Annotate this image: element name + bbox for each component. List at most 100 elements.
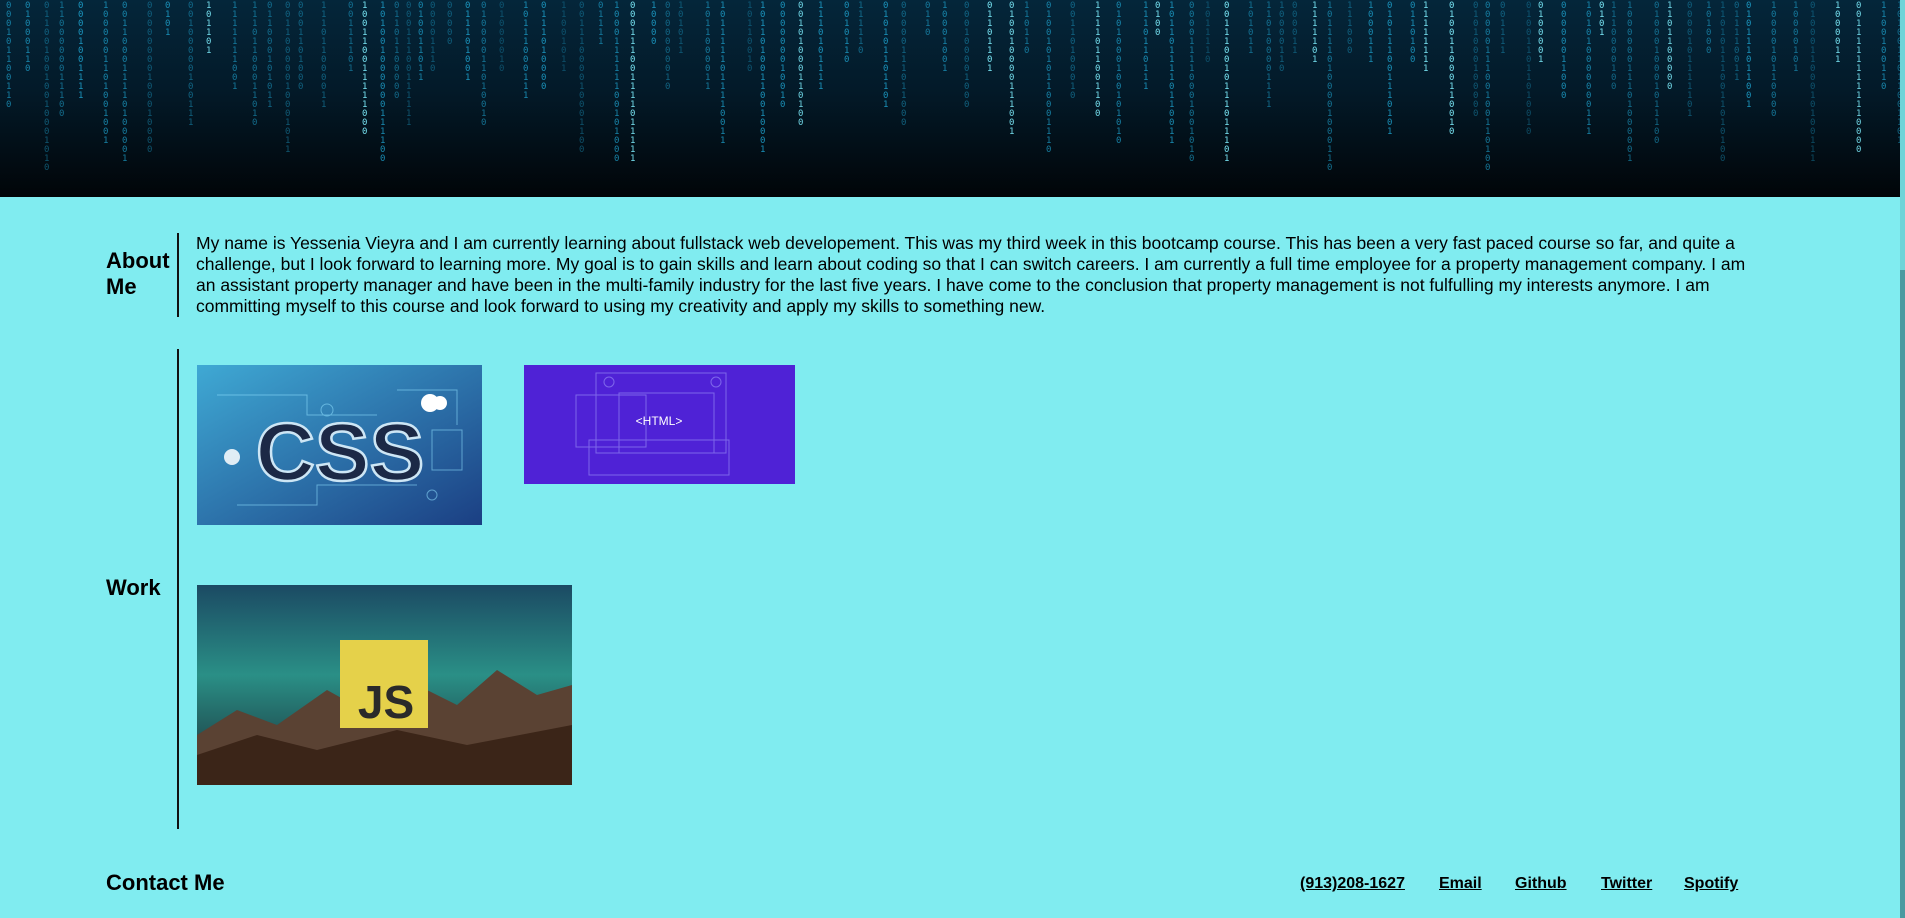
contact-link-github[interactable]: Github [1515, 875, 1567, 893]
svg-text:0: 0 [1856, 145, 1861, 155]
svg-text:1: 1 [1538, 55, 1543, 65]
svg-text:1: 1 [78, 91, 83, 101]
svg-text:0: 0 [925, 28, 930, 38]
work-thumbnail-css[interactable]: CSS [197, 365, 482, 525]
svg-text:0: 0 [1485, 163, 1490, 173]
svg-text:1: 1 [630, 154, 635, 164]
svg-text:0: 0 [844, 55, 849, 65]
svg-text:1: 1 [1599, 28, 1604, 38]
svg-text:0: 0 [1347, 46, 1352, 56]
svg-text:1: 1 [1143, 82, 1148, 92]
work-heading: Work [106, 575, 161, 600]
css-label: CSS [256, 407, 425, 498]
svg-text:1: 1 [1500, 46, 1505, 56]
work-thumbnail-html[interactable]: <HTML> [524, 365, 795, 484]
svg-text:0: 0 [651, 37, 656, 47]
svg-text:0: 0 [858, 46, 863, 56]
svg-text:0: 0 [901, 118, 906, 128]
work-divider [177, 349, 179, 829]
svg-text:1: 1 [1169, 136, 1174, 146]
svg-text:0: 0 [1611, 82, 1616, 92]
svg-text:1: 1 [165, 28, 170, 38]
work-thumbnail-javascript[interactable]: JS [197, 585, 572, 785]
svg-text:1: 1 [942, 64, 947, 74]
svg-text:0: 0 [59, 109, 64, 119]
svg-text:1: 1 [818, 82, 823, 92]
svg-text:1: 1 [1734, 73, 1739, 83]
svg-text:0: 0 [499, 64, 504, 74]
about-heading: About Me [106, 248, 170, 299]
js-logo-image: JS [197, 585, 572, 785]
svg-text:1: 1 [1586, 127, 1591, 137]
scrollbar-track[interactable] [1900, 0, 1905, 918]
svg-text:1: 1 [561, 64, 566, 74]
contact-link-spotify[interactable]: Spotify [1684, 875, 1738, 893]
svg-text:0: 0 [614, 154, 619, 164]
scrollbar-thumb[interactable] [1900, 270, 1905, 918]
svg-text:0: 0 [1881, 82, 1886, 92]
svg-text:1: 1 [285, 145, 290, 155]
svg-text:1: 1 [103, 136, 108, 146]
svg-text:1: 1 [1746, 100, 1751, 110]
about-divider [177, 233, 179, 317]
svg-text:1: 1 [418, 73, 423, 83]
svg-text:1: 1 [883, 100, 888, 110]
svg-text:0: 0 [579, 145, 584, 155]
svg-text:0: 0 [1279, 64, 1284, 74]
svg-text:0: 0 [1116, 136, 1121, 146]
svg-text:0: 0 [964, 100, 969, 110]
svg-text:0: 0 [665, 82, 670, 92]
svg-text:1: 1 [321, 100, 326, 110]
svg-text:0: 0 [252, 118, 257, 128]
contact-link-twitter[interactable]: Twitter [1601, 875, 1652, 893]
contact-heading: Contact Me [106, 870, 225, 895]
svg-text:0: 0 [447, 37, 452, 47]
svg-text:1: 1 [1627, 154, 1632, 164]
contact-link-phone[interactable]: (913)208-1627 [1300, 875, 1405, 893]
svg-text:0: 0 [1410, 55, 1415, 65]
svg-text:0: 0 [541, 82, 546, 92]
svg-text:0: 0 [1189, 154, 1194, 164]
svg-text:0: 0 [1327, 163, 1332, 173]
svg-text:0: 0 [1706, 46, 1711, 56]
svg-text:1: 1 [523, 91, 528, 101]
svg-text:1: 1 [188, 118, 193, 128]
svg-text:1: 1 [1248, 46, 1253, 56]
svg-text:1: 1 [1292, 46, 1297, 56]
svg-text:1: 1 [465, 73, 470, 83]
svg-text:0: 0 [798, 118, 803, 128]
svg-text:0: 0 [747, 64, 752, 74]
svg-text:1: 1 [1368, 55, 1373, 65]
svg-text:0: 0 [394, 91, 399, 101]
svg-text:0: 0 [6, 100, 11, 110]
svg-text:0: 0 [1526, 127, 1531, 137]
html-logo-image: <HTML> [524, 365, 795, 484]
svg-text:1: 1 [760, 145, 765, 155]
svg-text:0: 0 [147, 145, 152, 155]
svg-text:0: 0 [1070, 91, 1075, 101]
svg-text:0: 0 [1095, 109, 1100, 119]
svg-text:1: 1 [1835, 55, 1840, 65]
svg-text:0: 0 [1473, 109, 1478, 119]
svg-text:0: 0 [1024, 46, 1029, 56]
svg-text:0: 0 [780, 100, 785, 110]
svg-text:0: 0 [1449, 127, 1454, 137]
binary-rain-image: 0 0 0 1 0 1 1 0 0 1 1 0 0 1 0 0 0 1 1 0 0 1 1 0 0 1 0 0 1 0 0 1 0 0 0 1 0 1 0 1… [6, 1, 1900, 173]
svg-text:0: 0 [25, 64, 30, 74]
svg-text:1: 1 [720, 136, 725, 146]
svg-text:0: 0 [44, 163, 49, 173]
svg-text:1: 1 [1266, 100, 1271, 110]
svg-text:1: 1 [406, 118, 411, 128]
svg-text:0: 0 [1654, 136, 1659, 146]
svg-text:1: 1 [987, 64, 992, 74]
svg-text:0: 0 [298, 82, 303, 92]
svg-text:0: 0 [1561, 91, 1566, 101]
html-label: <HTML> [636, 414, 683, 428]
svg-text:1: 1 [598, 37, 603, 47]
svg-text:1: 1 [1810, 154, 1815, 164]
svg-text:1: 1 [678, 46, 683, 56]
svg-text:1: 1 [1687, 109, 1692, 119]
svg-text:1: 1 [232, 82, 237, 92]
contact-link-email[interactable]: Email [1439, 875, 1482, 893]
svg-text:0: 0 [1155, 28, 1160, 38]
